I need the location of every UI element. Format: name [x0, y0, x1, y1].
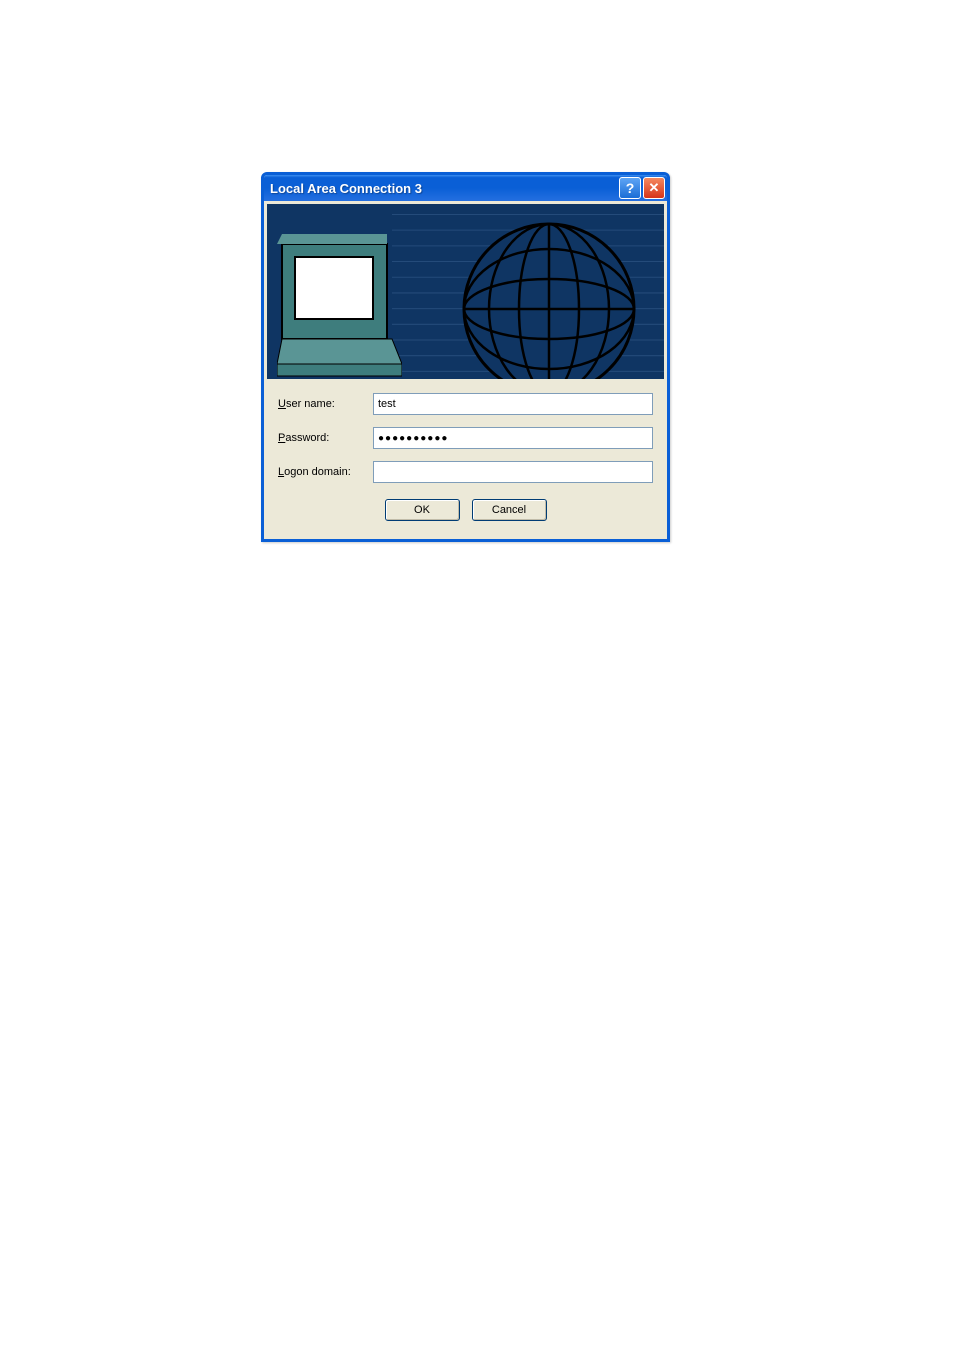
- titlebar-buttons: ? ✕: [619, 177, 665, 199]
- form-area: User name: Password: Logon domain: OK Ca…: [264, 379, 667, 539]
- help-icon: ?: [626, 180, 635, 196]
- globe-icon: [459, 219, 639, 379]
- password-row: Password:: [278, 427, 653, 449]
- password-label: Password:: [278, 432, 373, 444]
- logon-domain-input[interactable]: [373, 461, 653, 483]
- banner-image: [267, 204, 664, 379]
- logon-domain-label: Logon domain:: [278, 466, 373, 478]
- username-row: User name:: [278, 393, 653, 415]
- username-label: User name:: [278, 398, 373, 410]
- ok-button[interactable]: OK: [385, 499, 460, 521]
- titlebar[interactable]: Local Area Connection 3 ? ✕: [264, 175, 667, 201]
- login-dialog: Local Area Connection 3 ? ✕: [261, 172, 670, 542]
- monitor-icon: [277, 229, 402, 379]
- button-row: OK Cancel: [278, 499, 653, 521]
- close-button[interactable]: ✕: [643, 177, 665, 199]
- window-title: Local Area Connection 3: [270, 181, 619, 196]
- password-input[interactable]: [373, 427, 653, 449]
- username-input[interactable]: [373, 393, 653, 415]
- help-button[interactable]: ?: [619, 177, 641, 199]
- logon-domain-row: Logon domain:: [278, 461, 653, 483]
- close-icon: ✕: [649, 180, 660, 196]
- cancel-button[interactable]: Cancel: [472, 499, 547, 521]
